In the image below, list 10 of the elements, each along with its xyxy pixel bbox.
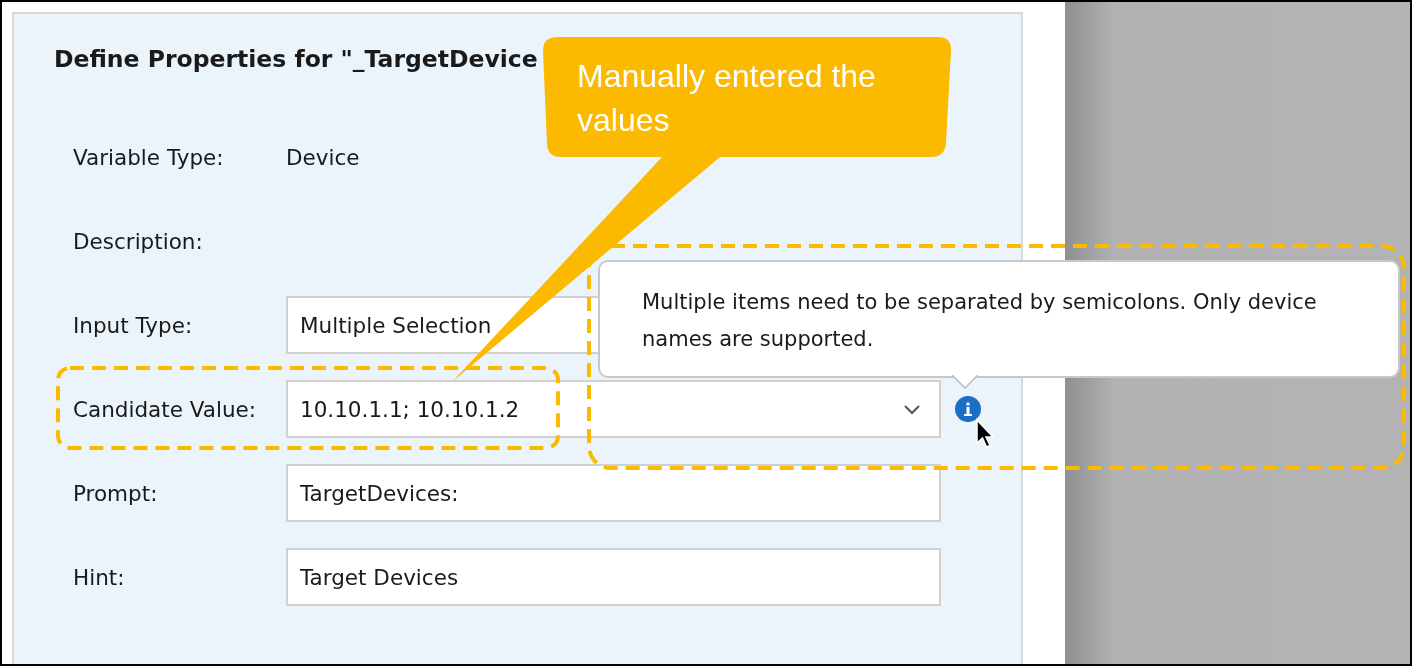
field-label: Hint:: [73, 564, 126, 590]
callout-text: Manually entered the values: [577, 57, 877, 140]
field-label: Input Type:: [73, 312, 194, 338]
field-label: Prompt:: [73, 480, 159, 506]
field-label: Variable Type:: [73, 144, 225, 170]
field-label: Candidate Value:: [73, 396, 258, 422]
dialog-title: Define Properties for "_TargetDevice: [54, 44, 539, 74]
tooltip: Multiple items need to be separated by semicolons. Only device names are supported.: [598, 260, 1400, 378]
field-label: Description:: [73, 228, 204, 254]
field-value: Device: [286, 144, 360, 170]
